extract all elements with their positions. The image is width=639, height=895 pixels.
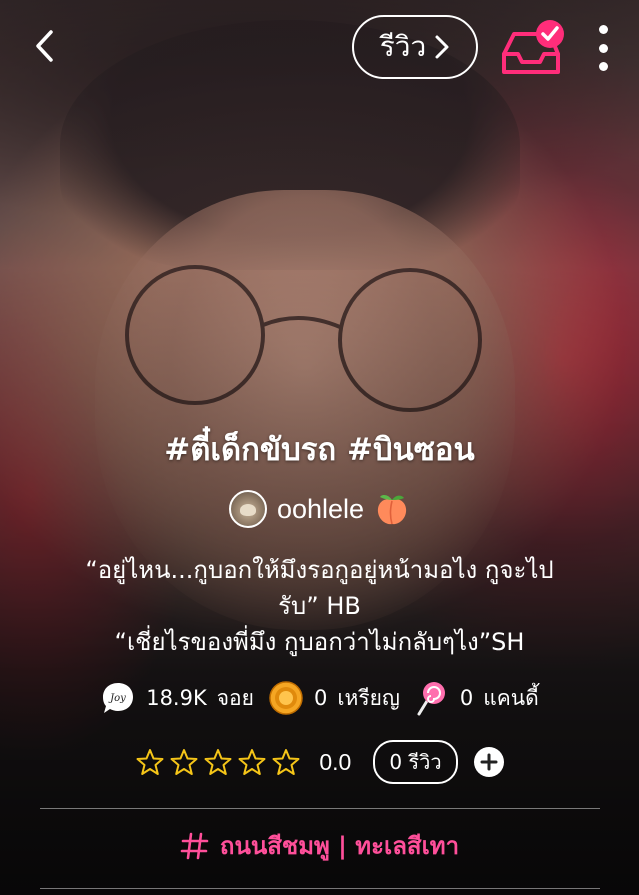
candy-stat: 0 แคนดี้ bbox=[414, 680, 539, 716]
more-vertical-icon-dot bbox=[598, 25, 608, 34]
review-button-label: รีวิว bbox=[379, 30, 427, 63]
divider bbox=[40, 888, 600, 889]
story-quote-line: “เชี่ยไรของพี่มึง กูบอกว่าไม่กลับๆไง”SH bbox=[114, 628, 525, 656]
candy-label: แคนดี้ bbox=[483, 685, 539, 710]
more-options-button[interactable] bbox=[588, 25, 618, 71]
inbox-check-icon bbox=[502, 20, 564, 74]
star-icon[interactable] bbox=[169, 747, 199, 777]
review-count-button[interactable]: 0 รีวิว bbox=[373, 740, 458, 784]
coin-label: เหรียญ bbox=[337, 685, 400, 710]
joy-icon: Joy bbox=[103, 683, 134, 713]
author-avatar[interactable] bbox=[228, 490, 267, 528]
author-name[interactable]: oohlele bbox=[277, 494, 364, 525]
star-icon[interactable] bbox=[271, 747, 301, 777]
rating-value: 0.0 bbox=[319, 748, 352, 775]
coin-stat: 0 เหรียญ bbox=[268, 680, 400, 716]
hashtag-icon bbox=[180, 832, 209, 859]
coin-value: 0 bbox=[313, 686, 328, 710]
star-icon[interactable] bbox=[237, 747, 267, 777]
story-detail-screen: รีวิว #ตี๋เด็กขับรถ #บินซอน oohlele “อยู… bbox=[0, 0, 639, 895]
story-quote-line: “อยู่ไหน...กูบอกให้มึงรอกูอยู่หน้ามอไง ก… bbox=[85, 556, 554, 584]
chevron-left-icon bbox=[36, 30, 53, 62]
joy-label: จอย bbox=[216, 685, 254, 710]
star-icon[interactable] bbox=[203, 747, 233, 777]
stats-row: Joy 18.9K จอย 0 เหรียญ 0 แคนดี้ bbox=[0, 680, 639, 716]
candy-value: 0 bbox=[459, 686, 474, 710]
back-button[interactable] bbox=[26, 28, 62, 64]
joy-stat: Joy 18.9K จอย bbox=[100, 680, 254, 716]
lollipop-icon bbox=[417, 682, 445, 716]
rating-stars bbox=[135, 747, 301, 777]
category-tag[interactable]: ถนนสีชมพู | ทะเลสีเทา bbox=[0, 826, 639, 865]
add-review-button[interactable] bbox=[473, 747, 504, 777]
chevron-right-icon bbox=[435, 35, 449, 59]
plus-icon bbox=[480, 753, 498, 771]
peach-icon bbox=[377, 495, 407, 525]
story-quote: “อยู่ไหน...กูบอกให้มึงรอกูอยู่หน้ามอไง ก… bbox=[30, 552, 609, 660]
review-button[interactable]: รีวิว bbox=[352, 15, 478, 79]
rating-row: 0.0 0 รีวิว bbox=[0, 740, 639, 784]
coin-icon bbox=[269, 681, 303, 715]
joy-value: 18.9K bbox=[146, 686, 207, 710]
star-icon[interactable] bbox=[135, 747, 165, 777]
category-label: ถนนสีชมพู | ทะเลสีเทา bbox=[219, 832, 460, 860]
inbox-button[interactable] bbox=[500, 18, 568, 78]
divider bbox=[40, 808, 600, 809]
author-row[interactable]: oohlele bbox=[0, 490, 639, 528]
story-quote-line: รับ” HB bbox=[278, 592, 361, 620]
svg-text:Joy: Joy bbox=[108, 693, 126, 704]
more-vertical-icon-dot bbox=[598, 43, 608, 53]
story-title: #ตี๋เด็กขับรถ #บินซอน bbox=[164, 432, 475, 468]
more-vertical-icon-dot bbox=[598, 62, 608, 71]
